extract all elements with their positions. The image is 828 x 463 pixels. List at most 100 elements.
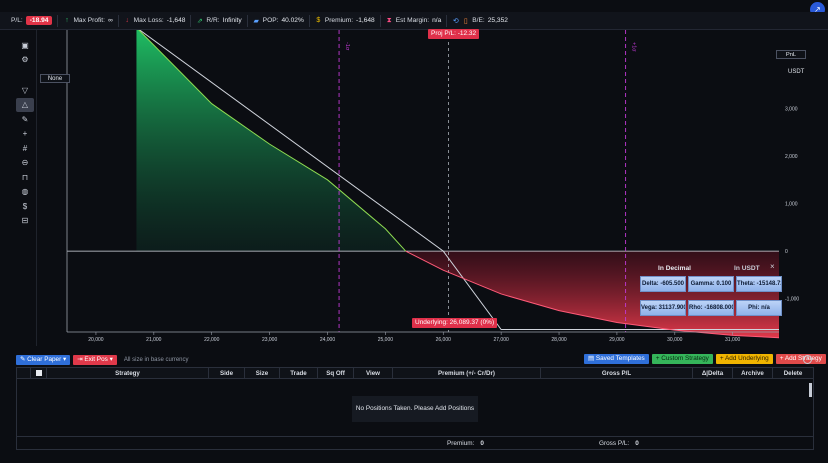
filter-icon[interactable]: ▽ — [16, 83, 34, 98]
add-underlying-button[interactable]: + Add Underlying — [715, 354, 773, 364]
sigma-label: +1σ — [631, 42, 637, 52]
y-tick-label: -1,000 — [785, 297, 799, 303]
saved-templates-button[interactable]: ▤ Saved Templates — [584, 354, 649, 364]
header-premium: Premium (+/- Cr/Dr) — [393, 368, 541, 378]
close-icon[interactable]: × — [770, 262, 775, 271]
zoom-icon[interactable]: ⊖ — [16, 156, 34, 171]
layout-icon[interactable]: ▣ — [16, 38, 34, 53]
custom-strategy-label: Custom Strategy — [661, 355, 709, 362]
max-profit-label: Max Profit: — [73, 17, 105, 24]
settings-icon[interactable]: ⚙ — [16, 53, 34, 68]
empty-message: No Positions Taken. Please Add Positions — [352, 396, 478, 422]
table-footer: Premium: 0 Gross P/L: 0 — [16, 437, 814, 450]
header-trade: Trade — [280, 368, 318, 378]
dollar-icon[interactable]: $ — [16, 199, 34, 214]
header-gross-pl: Gross P/L — [541, 368, 693, 378]
footer-premium-value: 0 — [480, 440, 484, 447]
globe-icon[interactable]: ◍ — [16, 185, 34, 200]
max-profit-stat: ↑ Max Profit: ∞ — [58, 14, 119, 27]
header-view: View — [354, 368, 393, 378]
x-tick-label: 30,000 — [667, 337, 683, 343]
x-tick-label: 23,000 — [262, 337, 278, 343]
pop-value: 40.02% — [281, 17, 304, 24]
y-tick-label: 2,000 — [785, 154, 798, 160]
header-archive: Archive — [733, 368, 773, 378]
positions-toolbar: ✎ Clear Paper ▾ ⇥ Exit Pos ▾ All size in… — [16, 354, 826, 366]
y-tick-label: 3,000 — [785, 106, 798, 112]
vega-cell: Vega: 31137.900 — [640, 300, 686, 316]
header-blank — [17, 368, 31, 378]
rr-value: Infinity — [222, 17, 242, 24]
stats-bar: P/L: -18.94 ↑ Max Profit: ∞ ↓ Max Loss: … — [0, 12, 828, 30]
header-side: Side — [209, 368, 245, 378]
pop-label: POP: — [262, 17, 279, 24]
x-tick-label: 29,000 — [609, 337, 625, 343]
max-loss-stat: ↓ Max Loss: -1,648 — [119, 14, 192, 27]
caret-down-icon: ▾ — [107, 356, 113, 363]
footer-gross-label: Gross P/L: — [599, 440, 630, 447]
footer-gross: Gross P/L: 0 — [599, 440, 639, 447]
none-button[interactable]: None — [40, 74, 70, 83]
premium-stat: $ Premium: -1,648 — [310, 14, 381, 27]
breakeven-icon: ▯ — [463, 17, 468, 25]
pl-label: P/L: — [11, 17, 23, 24]
trash-icon[interactable]: ⊟ — [16, 214, 34, 229]
add-underlying-label: Add Underlying — [725, 355, 769, 362]
grid-icon[interactable]: # — [16, 141, 34, 156]
pencil-icon[interactable]: ✎ — [16, 112, 34, 127]
rho-cell: Rho: -16808.000 — [688, 300, 734, 316]
underlying-badge: Underlying: 26,089.37 (0%) — [412, 318, 498, 328]
footer-gross-value: 0 — [635, 440, 639, 447]
ratio-icon: ⇗ — [196, 17, 203, 25]
x-tick-label: 20,000 — [88, 337, 104, 343]
lock-icon[interactable]: ⊓ — [16, 170, 34, 185]
refresh-icon[interactable]: ⟲ — [452, 17, 459, 25]
greeks-unit[interactable]: In USDT — [734, 265, 760, 272]
premium-value: -1,648 — [356, 17, 375, 24]
header-sqoff: Sq Off — [318, 368, 354, 378]
footer-premium-label: Premium: — [447, 440, 475, 447]
pnl-legend[interactable]: PnL — [776, 50, 806, 59]
header-delta: Δ|Delta — [693, 368, 733, 378]
footer-premium: Premium: 0 — [447, 440, 484, 447]
shape-icon[interactable]: △ — [16, 97, 34, 112]
drawing-toolbar: ▣ ⚙ ▽ △ ✎ + # ⊖ ⊓ ◍ $ ⊟ — [16, 38, 34, 348]
table-scrollbar[interactable] — [809, 383, 812, 397]
x-tick-label: 27,000 — [493, 337, 509, 343]
rr-label: R/R: — [206, 17, 220, 24]
est-margin-label: Est Margin: — [395, 17, 430, 24]
pl-value: -18.94 — [25, 16, 53, 25]
close-panel-icon[interactable]: × — [803, 355, 812, 364]
crosshair-icon[interactable]: + — [16, 127, 34, 142]
add-strategy-button[interactable]: + Add Strategy — [775, 354, 826, 364]
x-tick-label: 21,000 — [146, 337, 162, 343]
x-tick-label: 28,000 — [551, 337, 567, 343]
arrow-up-icon: ↑ — [65, 17, 69, 24]
max-loss-value: -1,648 — [166, 17, 186, 24]
custom-strategy-button[interactable]: + Custom Strategy — [651, 354, 713, 364]
exit-pos-button[interactable]: ⇥ Exit Pos ▾ — [73, 355, 117, 365]
y-tick-label: 1,000 — [785, 202, 798, 208]
size-hint: All size in base currency — [123, 357, 189, 363]
sigma-label: -1σ — [344, 42, 350, 51]
est-margin-value: n/a — [432, 17, 442, 24]
proj-pl-badge: Proj P/L: -12.32 — [428, 29, 480, 39]
y-tick-label: 0 — [785, 249, 788, 255]
hourglass-icon: ⧗ — [386, 16, 392, 24]
est-margin-stat: ⧗ Est Margin: n/a — [381, 14, 448, 27]
table-header: Strategy Side Size Trade Sq Off View Pre… — [17, 368, 813, 379]
greeks-title: In Decimal — [658, 265, 691, 272]
caret-down-icon: ▾ — [61, 356, 67, 363]
x-tick-label: 25,000 — [378, 337, 394, 343]
right-button-group: ▤ Saved Templates + Custom Strategy + Ad… — [584, 354, 828, 364]
max-loss-label: Max Loss: — [133, 17, 164, 24]
x-tick-label: 26,000 — [436, 337, 452, 343]
clear-paper-button[interactable]: ✎ Clear Paper ▾ — [16, 355, 71, 365]
be-label: B/E: — [472, 17, 485, 24]
pl-stat: P/L: -18.94 — [6, 14, 59, 27]
positions-table: Strategy Side Size Trade Sq Off View Pre… — [16, 367, 814, 437]
gamma-cell: Gamma: 0.100 — [688, 276, 734, 292]
select-all-checkbox[interactable] — [31, 368, 47, 378]
probability-icon: ▰ — [253, 17, 259, 25]
